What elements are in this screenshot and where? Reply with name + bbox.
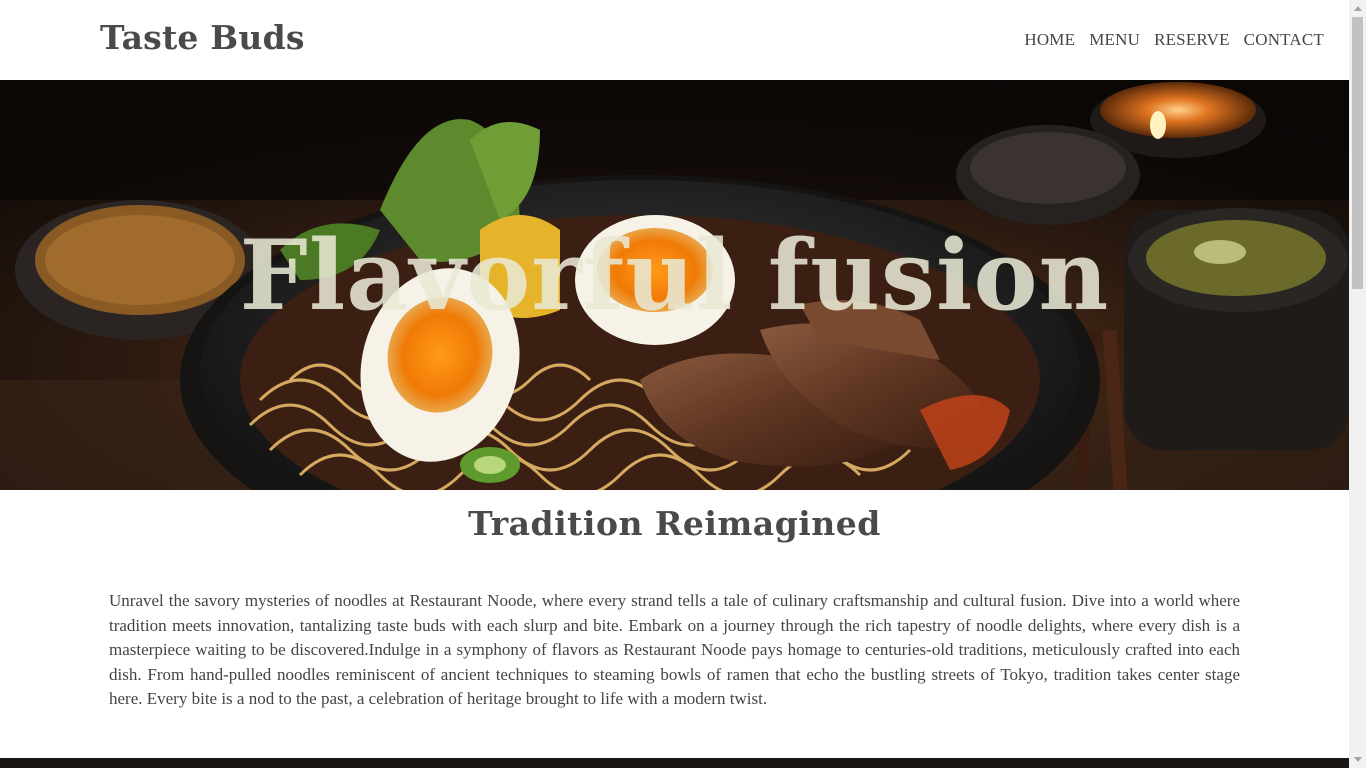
scroll-down-button[interactable]	[1349, 751, 1366, 768]
scroll-up-arrow-icon	[1354, 6, 1362, 11]
scroll-up-button[interactable]	[1349, 0, 1366, 17]
hero-banner: Flavorful fusion	[0, 80, 1349, 490]
scrollbar-thumb[interactable]	[1352, 17, 1363, 289]
scroll-down-arrow-icon	[1354, 757, 1362, 762]
main-nav: HOME MENU RESERVE CONTACT	[1024, 30, 1324, 50]
section-title: Tradition Reimagined	[468, 504, 881, 543]
nav-reserve-link[interactable]: RESERVE	[1154, 30, 1230, 50]
site-header: Taste Buds HOME MENU RESERVE CONTACT	[0, 0, 1349, 80]
next-section-preview	[0, 758, 1349, 768]
intro-paragraph: Unravel the savory mysteries of noodles …	[109, 591, 1240, 708]
nav-menu-link[interactable]: MENU	[1089, 30, 1140, 50]
vertical-scrollbar[interactable]	[1349, 0, 1366, 768]
page: Taste Buds HOME MENU RESERVE CONTACT Fla…	[0, 0, 1349, 768]
brand-logo[interactable]: Taste Buds	[100, 18, 305, 57]
nav-home-link[interactable]: HOME	[1024, 30, 1075, 50]
hero-title: Flavorful fusion	[239, 219, 1110, 332]
nav-contact-link[interactable]: CONTACT	[1244, 30, 1324, 50]
